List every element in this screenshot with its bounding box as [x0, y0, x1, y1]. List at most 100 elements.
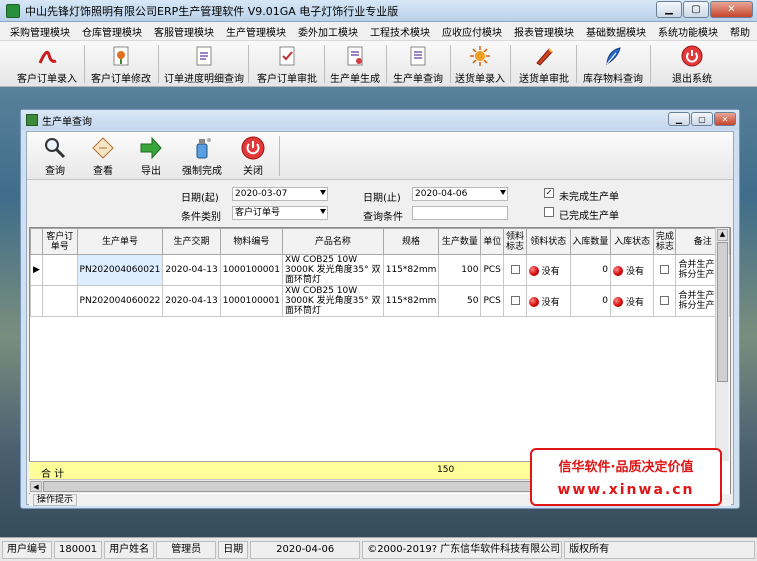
- delivery-approve-button[interactable]: 送货单审批: [514, 43, 574, 85]
- scroll-thumb[interactable]: [717, 242, 728, 382]
- flower-doc-icon: [108, 44, 134, 68]
- table-row[interactable]: PN202004060022 2020-04-13 1000100001 XW …: [30, 285, 730, 317]
- menu-receivables[interactable]: 应收应付模块: [436, 24, 508, 39]
- menu-bar: 采购管理模块 仓库管理模块 客服管理模块 生产管理模块 委外加工模块 工程技术模…: [0, 22, 757, 41]
- pdf-icon: [34, 44, 60, 68]
- col-done-flag[interactable]: 完成标志: [653, 228, 677, 255]
- col-due-date[interactable]: 生产交期: [162, 228, 221, 255]
- menu-outsourcing[interactable]: 委外加工模块: [292, 24, 364, 39]
- status-red-icon: [612, 266, 623, 276]
- table-row[interactable]: ▶ PN202004060021 2020-04-13 1000100001 X…: [30, 254, 730, 286]
- row-indicator: ▶: [30, 254, 43, 286]
- menu-warehouse[interactable]: 仓库管理模块: [76, 24, 148, 39]
- col-product-name[interactable]: 产品名称: [281, 228, 384, 255]
- user-name-label: 用户姓名: [104, 540, 155, 559]
- col-spec[interactable]: 规格: [382, 228, 440, 255]
- filter-panel: 日期(起) 2020-03-07 条件类别 客户订单号 日期(止) 2020-0…: [27, 180, 733, 226]
- main-toolbar: 客户订单录入 客户订单修改 订单进度明细查询 客户订单审批 生产单生成 生产单查…: [0, 41, 757, 87]
- col-in-qty[interactable]: 入库数量: [569, 228, 611, 255]
- child-window-title: 生产单查询: [42, 116, 92, 128]
- child-close-button[interactable]: ✕: [714, 112, 736, 126]
- current-date: 2020-04-06: [250, 540, 361, 559]
- col-production-no[interactable]: 生产单号: [76, 228, 164, 255]
- done-flag-checkbox[interactable]: [660, 265, 670, 274]
- menu-reports[interactable]: 报表管理模块: [508, 24, 580, 39]
- query-doc-icon: [405, 44, 431, 68]
- h-scroll-thumb[interactable]: [43, 481, 543, 492]
- date-from-label: 日期(起): [181, 193, 219, 204]
- power-icon: [679, 44, 705, 68]
- exit-system-button[interactable]: 退出系统: [664, 43, 720, 85]
- production-generate-button[interactable]: 生产单生成: [326, 43, 384, 85]
- col-in-status[interactable]: 入库状态: [609, 228, 655, 255]
- maximize-button[interactable]: ▢: [683, 1, 709, 18]
- inventory-query-button[interactable]: 库存物料查询: [578, 43, 648, 85]
- minimize-button[interactable]: ▁: [656, 1, 682, 18]
- status-bar: 用户编号 180001 用户姓名 管理员 日期 2020-04-06 ©2000…: [0, 537, 757, 561]
- pick-flag-checkbox[interactable]: [510, 296, 520, 305]
- unfinished-checkbox[interactable]: ✓: [544, 188, 554, 198]
- document-icon: [191, 44, 217, 68]
- power-icon: [240, 136, 266, 160]
- child-toolbar: 查询 查看 导出 强制完成 关闭: [27, 132, 733, 180]
- close-window-button[interactable]: 关闭: [231, 135, 275, 177]
- scroll-left-icon[interactable]: ◀: [30, 481, 42, 492]
- menu-system[interactable]: 系统功能模块: [652, 24, 724, 39]
- copyright: ©2000-2019? 广东信华软件科技有限公司: [362, 540, 563, 559]
- main-window: 中山先锋灯饰照明有限公司ERP生产管理软件 V9.01GA 电子灯饰行业专业版 …: [0, 0, 757, 561]
- force-complete-button[interactable]: 强制完成: [177, 135, 227, 177]
- order-progress-button[interactable]: 订单进度明细查询: [162, 43, 246, 85]
- close-button[interactable]: ✕: [710, 1, 753, 18]
- finished-label: 已完成生产单: [559, 211, 619, 222]
- sun-icon: [467, 44, 493, 68]
- window-title: 中山先锋灯饰照明有限公司ERP生产管理软件 V9.01GA 电子灯饰行业专业版: [25, 4, 399, 18]
- order-entry-button[interactable]: 客户订单录入: [12, 43, 82, 85]
- child-restore-button[interactable]: ▢: [691, 112, 713, 126]
- child-minimize-button[interactable]: ▁: [668, 112, 690, 126]
- col-pick-status[interactable]: 领料状态: [525, 228, 571, 255]
- production-table: 客户订单号 生产单号 生产交期 物料编号 产品名称 规格 生产数量 单位 领料标…: [30, 228, 730, 317]
- scroll-up-icon[interactable]: ▲: [717, 229, 728, 241]
- spray-icon: [189, 136, 215, 160]
- col-quantity[interactable]: 生产数量: [438, 228, 482, 255]
- menu-help[interactable]: 帮助: [724, 24, 756, 39]
- watermark-slogan: 信华软件·品质决定价值: [558, 460, 694, 475]
- condition-input[interactable]: [412, 206, 508, 220]
- magnifier-icon: [42, 136, 68, 160]
- date-from-picker[interactable]: 2020-03-07: [232, 187, 328, 201]
- user-name: 管理员: [156, 540, 217, 559]
- menu-purchase[interactable]: 采购管理模块: [4, 24, 76, 39]
- menu-production[interactable]: 生产管理模块: [220, 24, 292, 39]
- menu-engineering[interactable]: 工程技术模块: [364, 24, 436, 39]
- status-red-icon: [612, 297, 623, 307]
- order-approve-button[interactable]: 客户订单审批: [252, 43, 322, 85]
- delivery-entry-button[interactable]: 送货单录入: [452, 43, 508, 85]
- watermark-url: www.xinwa.cn: [557, 482, 695, 498]
- title-bar: 中山先锋灯饰照明有限公司ERP生产管理软件 V9.01GA 电子灯饰行业专业版 …: [0, 0, 757, 22]
- table-header: 客户订单号 生产单号 生产交期 物料编号 产品名称 规格 生产数量 单位 领料标…: [30, 228, 730, 255]
- col-material-no[interactable]: 物料编号: [219, 228, 283, 255]
- production-query-button[interactable]: 生产单查询: [388, 43, 448, 85]
- export-button[interactable]: 导出: [129, 135, 173, 177]
- pick-flag-checkbox[interactable]: [510, 265, 520, 274]
- menu-customer-service[interactable]: 客服管理模块: [148, 24, 220, 39]
- order-edit-button[interactable]: 客户订单修改: [86, 43, 156, 85]
- sum-label: 合 计: [41, 469, 65, 480]
- user-no-label: 用户编号: [2, 540, 52, 559]
- clipboard-icon: [90, 136, 116, 160]
- col-unit[interactable]: 单位: [480, 228, 505, 255]
- col-customer-order[interactable]: 客户订单号: [41, 228, 78, 255]
- user-no: 180001: [54, 540, 103, 559]
- query-button[interactable]: 查询: [33, 135, 77, 177]
- done-flag-checkbox[interactable]: [660, 296, 670, 305]
- feather-icon: [600, 44, 626, 68]
- condition-type-select[interactable]: 客户订单号: [232, 206, 328, 220]
- finished-checkbox[interactable]: [544, 207, 554, 217]
- vertical-scrollbar[interactable]: ▲: [715, 228, 729, 461]
- watermark-banner: 信华软件·品质决定价值 www.xinwa.cn: [530, 448, 722, 506]
- approve-doc-icon: [274, 44, 300, 68]
- menu-base-data[interactable]: 基础数据模块: [580, 24, 652, 39]
- col-pick-flag[interactable]: 领料标志: [503, 228, 527, 255]
- view-button[interactable]: 查看: [81, 135, 125, 177]
- date-to-picker[interactable]: 2020-04-06: [412, 187, 508, 201]
